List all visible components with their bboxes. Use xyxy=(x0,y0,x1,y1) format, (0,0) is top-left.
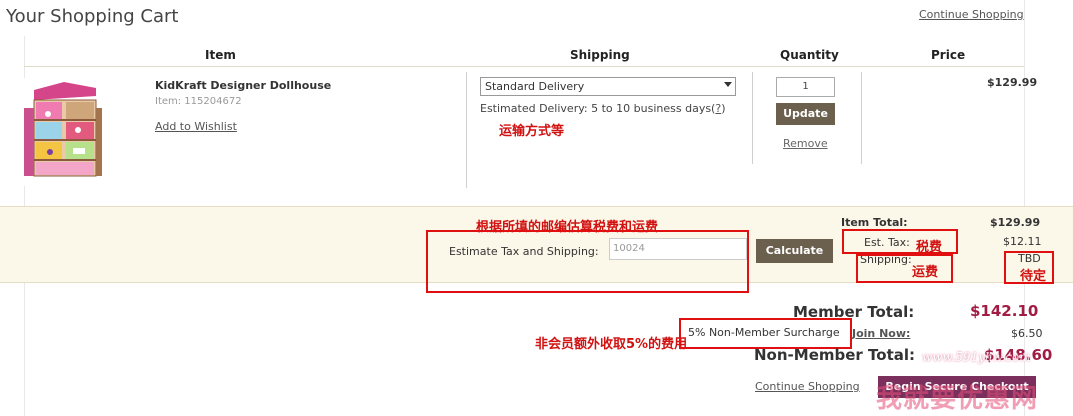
estimated-delivery-text: Estimated Delivery: 5 to 10 business day… xyxy=(480,102,716,115)
annotation-surcharge-note: 非会员额外收取5%的费用 xyxy=(535,337,688,352)
remove-link[interactable]: Remove xyxy=(783,137,828,150)
estimated-delivery: Estimated Delivery: 5 to 10 business day… xyxy=(480,102,726,115)
continue-shopping-link-top[interactable]: Continue Shopping xyxy=(919,8,1024,21)
shipping-method-value: Standard Delivery xyxy=(485,80,585,93)
header-divider xyxy=(24,66,1024,67)
zip-code-input[interactable]: 10024 xyxy=(609,238,747,260)
column-header-shipping: Shipping xyxy=(570,48,630,62)
page-title: Your Shopping Cart xyxy=(6,6,179,27)
surcharge-label: 5% Non-Member Surcharge xyxy=(688,326,840,339)
add-to-wishlist-link[interactable]: Add to Wishlist xyxy=(155,120,237,133)
shipping-method-select[interactable]: Standard Delivery xyxy=(480,77,736,96)
member-total-value: $142.10 xyxy=(970,302,1039,320)
column-header-price: Price xyxy=(931,48,966,62)
item-total-value: $129.99 xyxy=(990,216,1041,229)
surcharge-value: $6.50 xyxy=(1011,327,1043,340)
item-total-label: Item Total: xyxy=(841,216,908,229)
update-button[interactable]: Update xyxy=(776,103,835,125)
product-price: $129.99 xyxy=(987,76,1038,89)
continue-shopping-link-bottom[interactable]: Continue Shopping xyxy=(755,380,860,393)
product-image[interactable] xyxy=(18,78,110,186)
calculate-button[interactable]: Calculate xyxy=(756,239,833,263)
join-now-link[interactable]: Join Now: xyxy=(852,327,910,340)
annotation-box-tax xyxy=(842,229,958,254)
column-header-quantity: Quantity xyxy=(780,48,839,62)
annotation-shipping-methods: 运输方式等 xyxy=(499,124,565,139)
annotation-box-shipping xyxy=(856,254,953,283)
product-item-number: Item: 115204672 xyxy=(155,96,242,107)
est-tax-value: $12.11 xyxy=(1003,235,1042,248)
shipping-column-divider xyxy=(466,72,467,188)
quantity-input[interactable]: 1 xyxy=(776,77,835,97)
product-name[interactable]: KidKraft Designer Dollhouse xyxy=(155,79,331,92)
estimate-label: Estimate Tax and Shipping: xyxy=(449,245,599,258)
watermark-url: www.591yhw.com xyxy=(922,350,1031,364)
watermark-site: 我就要优惠网 xyxy=(876,384,1039,414)
column-header-item: Item xyxy=(205,48,236,62)
chevron-down-icon xyxy=(724,82,732,87)
nonmember-total-label: Non-Member Total: xyxy=(754,346,916,364)
quantity-left-divider xyxy=(752,72,753,164)
estimated-delivery-close: ) xyxy=(721,102,726,115)
quantity-right-divider xyxy=(861,72,862,164)
annotation-box-pending xyxy=(1004,251,1054,284)
